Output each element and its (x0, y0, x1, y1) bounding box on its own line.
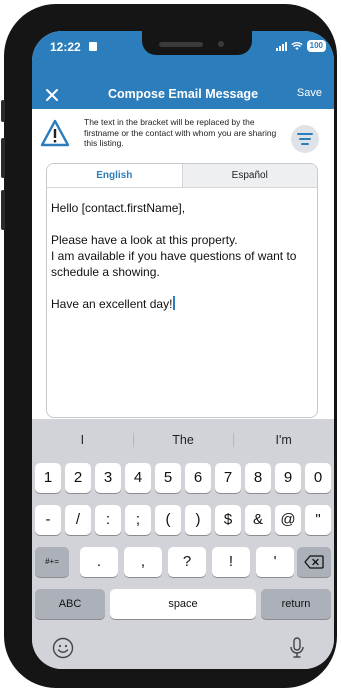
tab-english[interactable]: English (47, 164, 183, 187)
signal-icon (275, 41, 287, 51)
editor-line: Hello [contact.firstName], (51, 201, 186, 215)
filter-icon (297, 133, 313, 145)
key[interactable]: ! (212, 547, 250, 577)
editor-line: Have an excellent day! (51, 297, 173, 311)
message-body[interactable]: Hello [contact.firstName], Please have a… (51, 200, 313, 328)
suggestion-bar: I The I'm (32, 425, 334, 455)
compose-content: The text in the bracket will be replaced… (32, 109, 334, 419)
key[interactable]: , (124, 547, 162, 577)
space-key[interactable]: space (110, 589, 256, 619)
key[interactable]: ( (155, 505, 181, 535)
backspace-key[interactable] (297, 547, 331, 577)
volume-down-button (1, 138, 5, 178)
key-row-punctuation: #+= . , ? ! ' (32, 547, 334, 577)
key[interactable]: " (305, 505, 331, 535)
tab-espanol[interactable]: Español (183, 164, 318, 187)
filter-button[interactable] (291, 125, 319, 153)
screen: 12:22 100 Compose Email Message Save The… (32, 31, 334, 669)
info-banner: The text in the bracket will be replaced… (40, 117, 280, 153)
status-time: 12:22 (50, 40, 81, 54)
key[interactable]: . (80, 547, 118, 577)
key[interactable]: 4 (125, 463, 151, 493)
key[interactable]: 0 (305, 463, 331, 493)
key[interactable]: 6 (185, 463, 211, 493)
save-button[interactable]: Save (297, 87, 322, 99)
message-editor-card: English Español Hello [contact.firstName… (46, 163, 318, 418)
key[interactable]: 1 (35, 463, 61, 493)
key[interactable]: 7 (215, 463, 241, 493)
key-row-bottom: ABC space return (32, 589, 334, 619)
camera-dot (218, 41, 224, 47)
key-row-numbers: 1 2 3 4 5 6 7 8 9 0 (32, 463, 334, 493)
key[interactable]: 5 (155, 463, 181, 493)
status-indicators: 100 (275, 40, 326, 52)
key[interactable]: ) (185, 505, 211, 535)
key[interactable]: & (245, 505, 271, 535)
suggestion-item[interactable]: The (132, 425, 234, 455)
suggestion-item[interactable]: I (32, 425, 133, 455)
speaker-grille (159, 42, 203, 47)
info-text: The text in the bracket will be replaced… (84, 117, 277, 148)
key[interactable]: 8 (245, 463, 271, 493)
battery-indicator: 100 (306, 40, 326, 52)
key[interactable]: / (65, 505, 91, 535)
key[interactable]: 2 (65, 463, 91, 493)
key-row-symbols: - / : ; ( ) $ & @ " (32, 505, 334, 535)
phone-frame: 12:22 100 Compose Email Message Save The… (1, 4, 337, 688)
key[interactable]: - (35, 505, 61, 535)
key[interactable]: 9 (275, 463, 301, 493)
language-tabs: English Español (47, 164, 317, 188)
key[interactable]: ? (168, 547, 206, 577)
keyboard-bottom-bar (32, 633, 334, 663)
emoji-icon[interactable] (52, 637, 74, 659)
microphone-icon[interactable] (288, 636, 306, 660)
return-key[interactable]: return (261, 589, 331, 619)
header: Compose Email Message Save (32, 81, 334, 109)
volume-up-button (1, 100, 5, 122)
abc-key[interactable]: ABC (35, 589, 105, 619)
key[interactable]: ' (256, 547, 294, 577)
sim-icon (89, 42, 97, 51)
backspace-icon (304, 555, 324, 569)
key[interactable]: ; (125, 505, 151, 535)
suggestion-item[interactable]: I'm (233, 425, 334, 455)
keyboard: I The I'm 1 2 3 4 5 6 7 8 9 0 - / : ; (… (32, 419, 334, 669)
editor-line: Please have a look at this property. (51, 233, 238, 247)
key[interactable]: 3 (95, 463, 121, 493)
editor-line: I am available if you have questions of … (51, 249, 297, 279)
more-symbols-key[interactable]: #+= (35, 547, 69, 577)
key[interactable]: : (95, 505, 121, 535)
text-cursor (173, 296, 176, 310)
key[interactable]: @ (275, 505, 301, 535)
key[interactable]: $ (215, 505, 241, 535)
page-title: Compose Email Message (107, 87, 259, 101)
warning-icon (40, 119, 70, 147)
wifi-icon (291, 41, 303, 50)
silent-switch (1, 190, 5, 230)
